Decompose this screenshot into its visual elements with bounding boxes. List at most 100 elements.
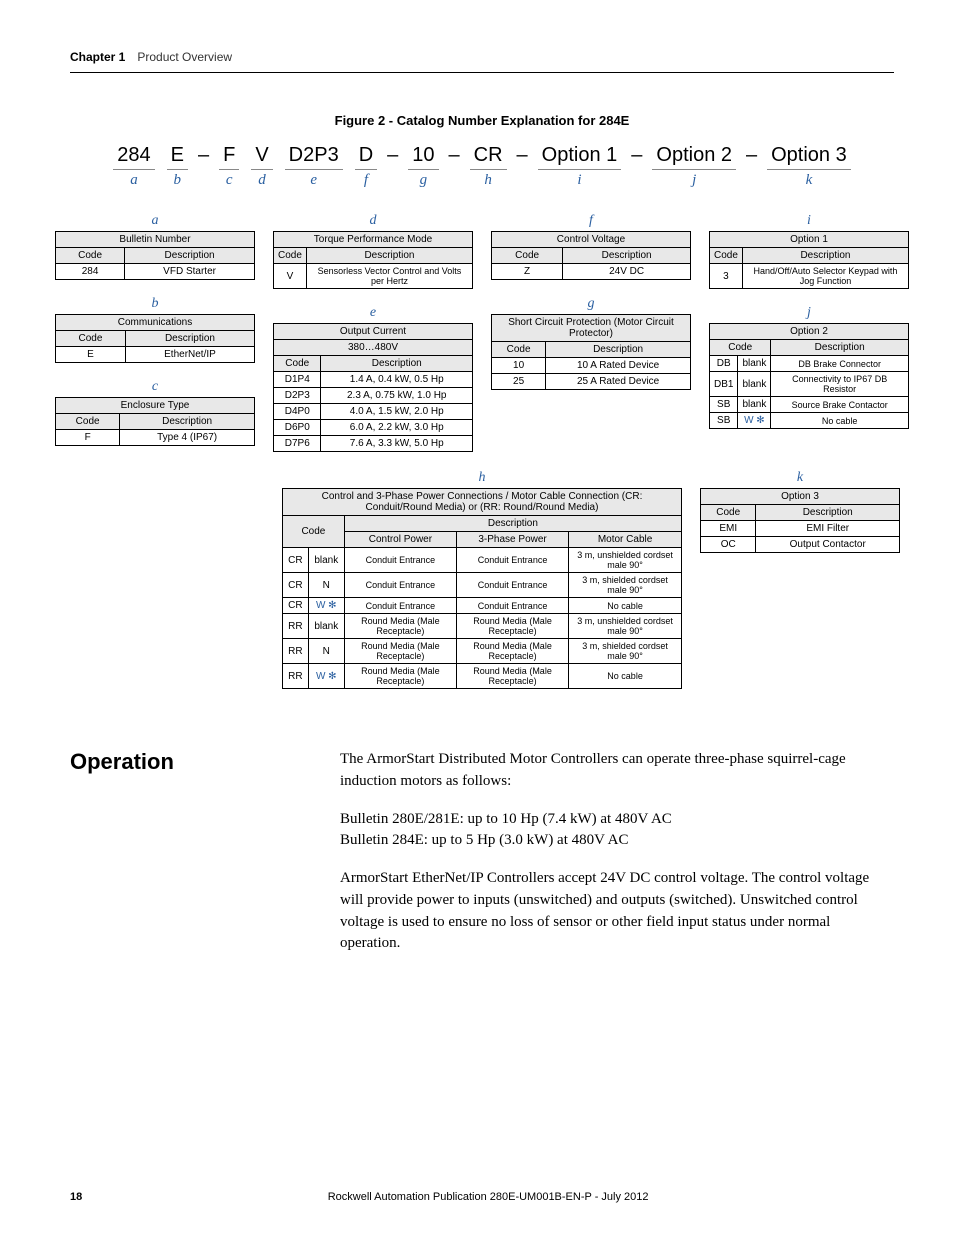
col-head: Control Power bbox=[344, 532, 456, 548]
operation-p2a: Bulletin 280E/281E: up to 10 Hp (7.4 kW)… bbox=[340, 811, 672, 827]
col-head: Description bbox=[563, 248, 691, 264]
chapter-label: Chapter 1 bbox=[70, 50, 125, 64]
cell: D7P6 bbox=[274, 436, 321, 452]
table-e: e Output Current 380…480V CodeDescriptio… bbox=[273, 305, 473, 452]
table-title: Option 1 bbox=[710, 232, 909, 248]
cell: Round Media (Male Receptacle) bbox=[344, 639, 456, 664]
cell: Source Brake Contactor bbox=[771, 397, 909, 413]
catalog-segment-letter: h bbox=[470, 172, 507, 189]
table-a: a Bulletin Number CodeDescription 284VFD… bbox=[55, 213, 255, 280]
table-b: b Communications CodeDescription EEtherN… bbox=[55, 296, 255, 363]
cell: CR bbox=[283, 598, 309, 614]
table-letter: e bbox=[273, 305, 473, 321]
cell: W ✻ bbox=[738, 413, 771, 429]
catalog-segment-text: D bbox=[355, 144, 377, 170]
col-head: Motor Cable bbox=[569, 532, 682, 548]
operation-section: Operation The ArmorStart Distributed Mot… bbox=[70, 749, 894, 971]
h-k-row: h Control and 3-Phase Power Connections … bbox=[70, 470, 894, 689]
cell: Hand/Off/Auto Selector Keypad with Jog F… bbox=[742, 264, 908, 289]
catalog-segment-letter: a bbox=[113, 172, 154, 189]
operation-p3: ArmorStart EtherNet/IP Controllers accep… bbox=[340, 868, 894, 955]
catalog-segment-letter: e bbox=[285, 172, 343, 189]
cell: blank bbox=[738, 356, 771, 372]
col-head: Description bbox=[546, 342, 691, 358]
table-j: j Option 2 CodeDescription DBblankDB Bra… bbox=[709, 305, 909, 429]
operation-p2: Bulletin 280E/281E: up to 10 Hp (7.4 kW)… bbox=[340, 809, 894, 853]
table-letter: f bbox=[491, 213, 691, 229]
cell: Connectivity to IP67 DB Resistor bbox=[771, 372, 909, 397]
table-letter: a bbox=[55, 213, 255, 229]
table-letter: h bbox=[282, 470, 682, 486]
cell: N bbox=[308, 573, 344, 598]
table-title: Bulletin Number bbox=[56, 232, 255, 248]
catalog-segment: Option 3k bbox=[761, 144, 857, 189]
cell: Conduit Entrance bbox=[344, 548, 456, 573]
catalog-separator: – bbox=[627, 144, 646, 167]
catalog-segment-letter: d bbox=[251, 172, 272, 189]
col-head: Code bbox=[56, 414, 120, 430]
col-head: Code bbox=[274, 248, 307, 264]
tables-grid: a Bulletin Number CodeDescription 284VFD… bbox=[70, 213, 894, 452]
col-head: Description bbox=[125, 331, 254, 347]
cell: SB bbox=[710, 413, 738, 429]
cell: W ✻ bbox=[308, 664, 344, 689]
catalog-segment-letter: i bbox=[538, 172, 622, 189]
table-title: Torque Performance Mode bbox=[274, 232, 473, 248]
page-number: 18 bbox=[70, 1191, 82, 1203]
cell: No cable bbox=[569, 664, 682, 689]
cell: EMI bbox=[701, 521, 756, 537]
catalog-segment: Df bbox=[349, 144, 383, 189]
cell: CR bbox=[283, 573, 309, 598]
cell: V bbox=[274, 264, 307, 289]
table-letter: c bbox=[55, 379, 255, 395]
catalog-segment-letter: f bbox=[355, 172, 377, 189]
catalog-segment-text: Option 2 bbox=[652, 144, 736, 170]
cell: No cable bbox=[569, 598, 682, 614]
cell: Output Contactor bbox=[756, 537, 900, 553]
col-head: Description bbox=[742, 248, 908, 264]
col-head: Description bbox=[306, 248, 472, 264]
col-head: Description bbox=[771, 340, 909, 356]
catalog-segment: Fc bbox=[213, 144, 245, 189]
cell: Z bbox=[492, 264, 563, 280]
catalog-segment-text: Option 1 bbox=[538, 144, 622, 170]
col-head: Code bbox=[283, 516, 345, 548]
catalog-segment-letter: k bbox=[767, 172, 851, 189]
publication-id: Rockwell Automation Publication 280E-UM0… bbox=[328, 1191, 649, 1203]
catalog-segment-letter: c bbox=[219, 172, 239, 189]
catalog-segment: CR h bbox=[464, 144, 513, 189]
cell: EMI Filter bbox=[756, 521, 900, 537]
col-head: Description bbox=[344, 516, 681, 532]
table-letter: j bbox=[709, 305, 909, 321]
cell: 3 bbox=[710, 264, 743, 289]
table-letter: i bbox=[709, 213, 909, 229]
page-footer: 18 Rockwell Automation Publication 280E-… bbox=[70, 1191, 894, 1203]
table-h: h Control and 3-Phase Power Connections … bbox=[282, 470, 682, 689]
cell: D4P0 bbox=[274, 404, 321, 420]
catalog-separator: – bbox=[513, 144, 532, 167]
operation-p1: The ArmorStart Distributed Motor Control… bbox=[340, 749, 894, 793]
catalog-segment: D2P3e bbox=[279, 144, 349, 189]
cell: 10 bbox=[492, 358, 546, 374]
cell: D1P4 bbox=[274, 372, 321, 388]
cell: D2P3 bbox=[274, 388, 321, 404]
col-head: Description bbox=[321, 356, 473, 372]
cell: Conduit Entrance bbox=[456, 548, 568, 573]
cell: EtherNet/IP bbox=[125, 347, 254, 363]
catalog-segment-text: V bbox=[251, 144, 272, 170]
cell: DB bbox=[710, 356, 738, 372]
table-c: c Enclosure Type CodeDescription FType 4… bbox=[55, 379, 255, 446]
table-letter: b bbox=[55, 296, 255, 312]
catalog-segment-letter: g bbox=[408, 172, 438, 189]
catalog-segment-text: CR bbox=[470, 144, 507, 170]
catalog-separator: – bbox=[742, 144, 761, 167]
catalog-segment-text: F bbox=[219, 144, 239, 170]
table-title: Output Current bbox=[274, 324, 473, 340]
cell: 3 m, unshielded cordset male 90° bbox=[569, 614, 682, 639]
cell: blank bbox=[738, 372, 771, 397]
catalog-string: 284aEb–FcVdD2P3eDf–10g–CRh–Option 1i–Opt… bbox=[70, 144, 894, 189]
catalog-segment-letter: b bbox=[167, 172, 188, 189]
cell: 7.6 A, 3.3 kW, 5.0 Hp bbox=[321, 436, 473, 452]
col-head: Code bbox=[56, 248, 125, 264]
col-head: Description bbox=[756, 505, 900, 521]
